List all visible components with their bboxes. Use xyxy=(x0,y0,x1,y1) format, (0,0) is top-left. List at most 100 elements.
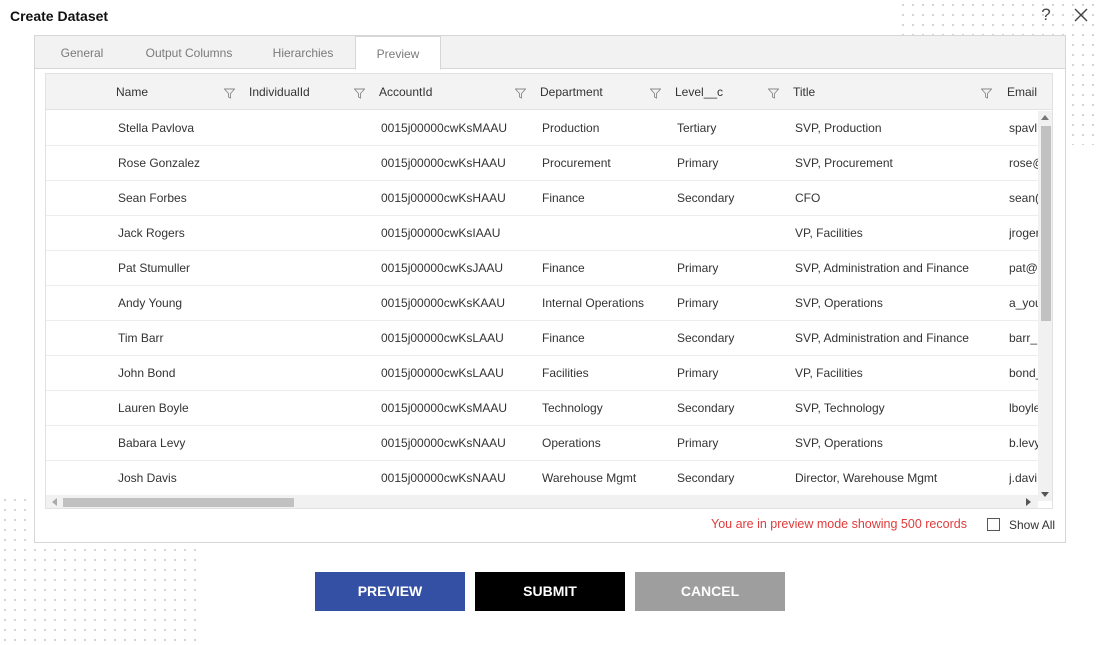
cell-department: Technology xyxy=(542,401,603,415)
column-header-level[interactable]: Level__c xyxy=(675,74,723,110)
cell-individualid xyxy=(251,251,376,286)
cell-department: Warehouse Mgmt xyxy=(542,471,637,485)
tab-output-columns[interactable]: Output Columns xyxy=(133,36,245,69)
cell-level: Primary xyxy=(677,366,719,380)
cell-email: spavl xyxy=(1009,121,1038,135)
table-row[interactable]: Stella Pavlova 0015j00000cwKsMAAU Producti… xyxy=(46,111,1038,146)
cell-email: j.davi xyxy=(1009,471,1038,485)
filter-icon[interactable] xyxy=(768,88,779,99)
cell-level xyxy=(677,216,792,251)
tab-hierarchies[interactable]: Hierarchies xyxy=(259,36,347,69)
cell-name: Jack Rogers xyxy=(118,226,185,240)
cell-level: Secondary xyxy=(677,331,735,345)
filter-icon[interactable] xyxy=(224,88,235,99)
tab-bar: General Output Columns Hierarchies Previ… xyxy=(35,36,1065,70)
cell-title: SVP, Administration and Finance xyxy=(795,261,969,275)
cell-accountid: 0015j00000cwKsNAAU xyxy=(381,471,506,485)
table-row[interactable]: Andy Young 0015j00000cwKsKAAU Internal Ope… xyxy=(46,286,1038,321)
cell-name: Rose Gonzalez xyxy=(118,156,201,170)
tab-general[interactable]: General xyxy=(45,36,119,69)
cell-individualid xyxy=(251,461,376,496)
cell-name: Babara Levy xyxy=(118,436,186,450)
scroll-left-icon[interactable] xyxy=(52,498,57,506)
horizontal-scrollbar[interactable] xyxy=(46,495,1038,508)
cell-department: Procurement xyxy=(542,156,611,170)
grid-body: Stella Pavlova 0015j00000cwKsMAAU Producti… xyxy=(46,111,1038,496)
cell-department: Internal Operations xyxy=(542,296,645,310)
cell-title: SVP, Production xyxy=(795,121,882,135)
show-all-checkbox[interactable] xyxy=(987,518,1000,531)
table-row[interactable]: Sean Forbes 0015j00000cwKsHAAU Finance Seco… xyxy=(46,181,1038,216)
cell-title: VP, Facilities xyxy=(795,226,863,240)
cell-individualid xyxy=(251,426,376,461)
column-header-accountid[interactable]: AccountId xyxy=(379,74,432,110)
cancel-button[interactable]: CANCEL xyxy=(635,572,785,611)
cell-department: Facilities xyxy=(542,366,589,380)
cell-accountid: 0015j00000cwKsMAAU xyxy=(381,401,508,415)
cell-name: Sean Forbes xyxy=(118,191,187,205)
help-icon[interactable]: ? xyxy=(1038,5,1054,25)
filter-icon[interactable] xyxy=(354,88,365,99)
column-header-department[interactable]: Department xyxy=(540,74,603,110)
cell-individualid xyxy=(251,146,376,181)
cell-title: SVP, Operations xyxy=(795,436,883,450)
close-icon[interactable] xyxy=(1073,7,1089,23)
cell-email: bond_ xyxy=(1009,366,1038,380)
cell-individualid xyxy=(251,286,376,321)
table-row[interactable]: Jack Rogers 0015j00000cwKsIAAU VP, Facilit… xyxy=(46,216,1038,251)
cell-email: lboyle xyxy=(1009,401,1038,415)
cell-department: Finance xyxy=(542,191,585,205)
table-row[interactable]: Rose Gonzalez 0015j00000cwKsHAAU Procureme… xyxy=(46,146,1038,181)
cell-department: Finance xyxy=(542,331,585,345)
vertical-scrollbar[interactable] xyxy=(1038,111,1052,501)
table-row[interactable]: Josh Davis 0015j00000cwKsNAAU Warehouse Mg… xyxy=(46,461,1038,496)
cell-email: rose@ xyxy=(1009,156,1038,170)
grid-header: Name IndividualId AccountId Department L… xyxy=(46,74,1052,110)
cell-accountid: 0015j00000cwKsHAAU xyxy=(381,156,506,170)
cell-level: Primary xyxy=(677,436,719,450)
submit-button[interactable]: SUBMIT xyxy=(475,572,625,611)
cell-department: Production xyxy=(542,121,600,135)
vertical-scroll-thumb[interactable] xyxy=(1041,126,1051,321)
cell-department xyxy=(542,216,674,251)
cell-name: Stella Pavlova xyxy=(118,121,195,135)
scroll-right-icon[interactable] xyxy=(1026,498,1031,506)
tab-preview[interactable]: Preview xyxy=(355,36,441,70)
show-all-label[interactable]: Show All xyxy=(1009,518,1055,532)
filter-icon[interactable] xyxy=(650,88,661,99)
horizontal-scroll-thumb[interactable] xyxy=(63,498,294,507)
cell-level: Secondary xyxy=(677,401,735,415)
cell-individualid xyxy=(251,216,376,251)
filter-icon[interactable] xyxy=(515,88,526,99)
cell-level: Tertiary xyxy=(677,121,717,135)
table-row[interactable]: Lauren Boyle 0015j00000cwKsMAAU Technology… xyxy=(46,391,1038,426)
cell-accountid: 0015j00000cwKsLAAU xyxy=(381,366,504,380)
cell-email: jroger xyxy=(1009,226,1038,240)
column-header-name[interactable]: Name xyxy=(116,74,148,110)
cell-level: Primary xyxy=(677,261,719,275)
cell-individualid xyxy=(251,391,376,426)
table-row[interactable]: Tim Barr 0015j00000cwKsLAAU Finance Seconda… xyxy=(46,321,1038,356)
cell-email: a_you xyxy=(1009,296,1038,310)
column-header-individualid[interactable]: IndividualId xyxy=(249,74,310,110)
column-header-email[interactable]: Email xyxy=(1007,74,1037,110)
scroll-down-icon[interactable] xyxy=(1041,492,1049,497)
column-header-title[interactable]: Title xyxy=(793,74,815,110)
table-row[interactable]: John Bond 0015j00000cwKsLAAU Facilities Pri… xyxy=(46,356,1038,391)
preview-button[interactable]: PREVIEW xyxy=(315,572,465,611)
cell-level: Secondary xyxy=(677,471,735,485)
cell-department: Operations xyxy=(542,436,601,450)
cell-title: SVP, Administration and Finance xyxy=(795,331,969,345)
cell-level: Primary xyxy=(677,156,719,170)
cell-name: Andy Young xyxy=(118,296,183,310)
cell-name: Lauren Boyle xyxy=(118,401,189,415)
cell-level: Secondary xyxy=(677,191,735,205)
cell-title: Director, Warehouse Mgmt xyxy=(795,471,938,485)
scroll-up-icon[interactable] xyxy=(1041,115,1049,120)
filter-icon[interactable] xyxy=(981,88,992,99)
cell-accountid: 0015j00000cwKsLAAU xyxy=(381,331,504,345)
table-row[interactable]: Pat Stumuller 0015j00000cwKsJAAU Finance Pr… xyxy=(46,251,1038,286)
table-row[interactable]: Babara Levy 0015j00000cwKsNAAU Operations P… xyxy=(46,426,1038,461)
cell-accountid: 0015j00000cwKsKAAU xyxy=(381,296,506,310)
cell-accountid: 0015j00000cwKsJAAU xyxy=(381,261,504,275)
